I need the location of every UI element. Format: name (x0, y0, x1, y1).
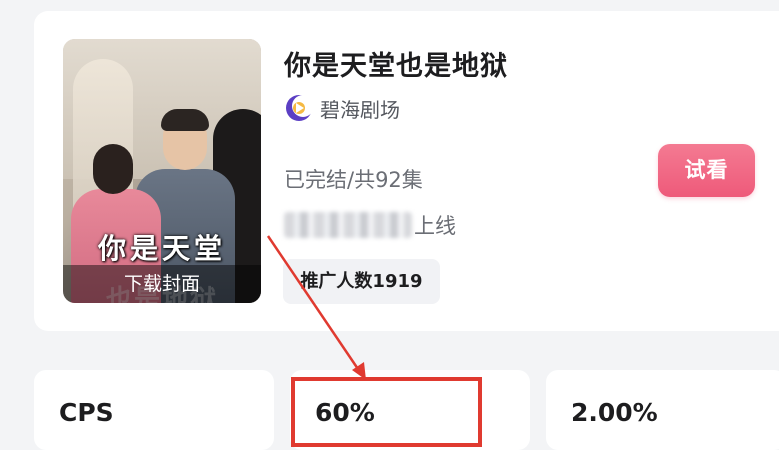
try-watch-button[interactable]: 试看 (658, 144, 755, 197)
theater-row: 碧海剧场 (284, 93, 400, 123)
highlight-box (291, 377, 482, 447)
drama-title: 你是天堂也是地狱 (284, 51, 508, 82)
theater-logo-icon (284, 93, 314, 123)
drama-cover[interactable]: 你是天堂 也是地狱 下载封面 (63, 39, 261, 303)
stat-card: CPS (34, 370, 274, 450)
online-suffix: 上线 (414, 214, 456, 238)
download-cover-button[interactable]: 下载封面 (63, 265, 261, 303)
stat-value: 2.00% (571, 398, 658, 427)
redacted-date (284, 212, 412, 238)
cover-figure (93, 144, 133, 194)
theater-name: 碧海剧场 (320, 97, 400, 122)
promo-count-badge: 推广人数1919 (283, 259, 440, 304)
stat-value: CPS (59, 398, 114, 427)
stat-card: 2.00% (546, 370, 779, 450)
online-date: 上线 (284, 210, 456, 240)
cover-figure (161, 109, 209, 131)
episode-status: 已完结/共92集 (284, 168, 423, 192)
cover-title-overlay: 你是天堂 (97, 232, 226, 265)
